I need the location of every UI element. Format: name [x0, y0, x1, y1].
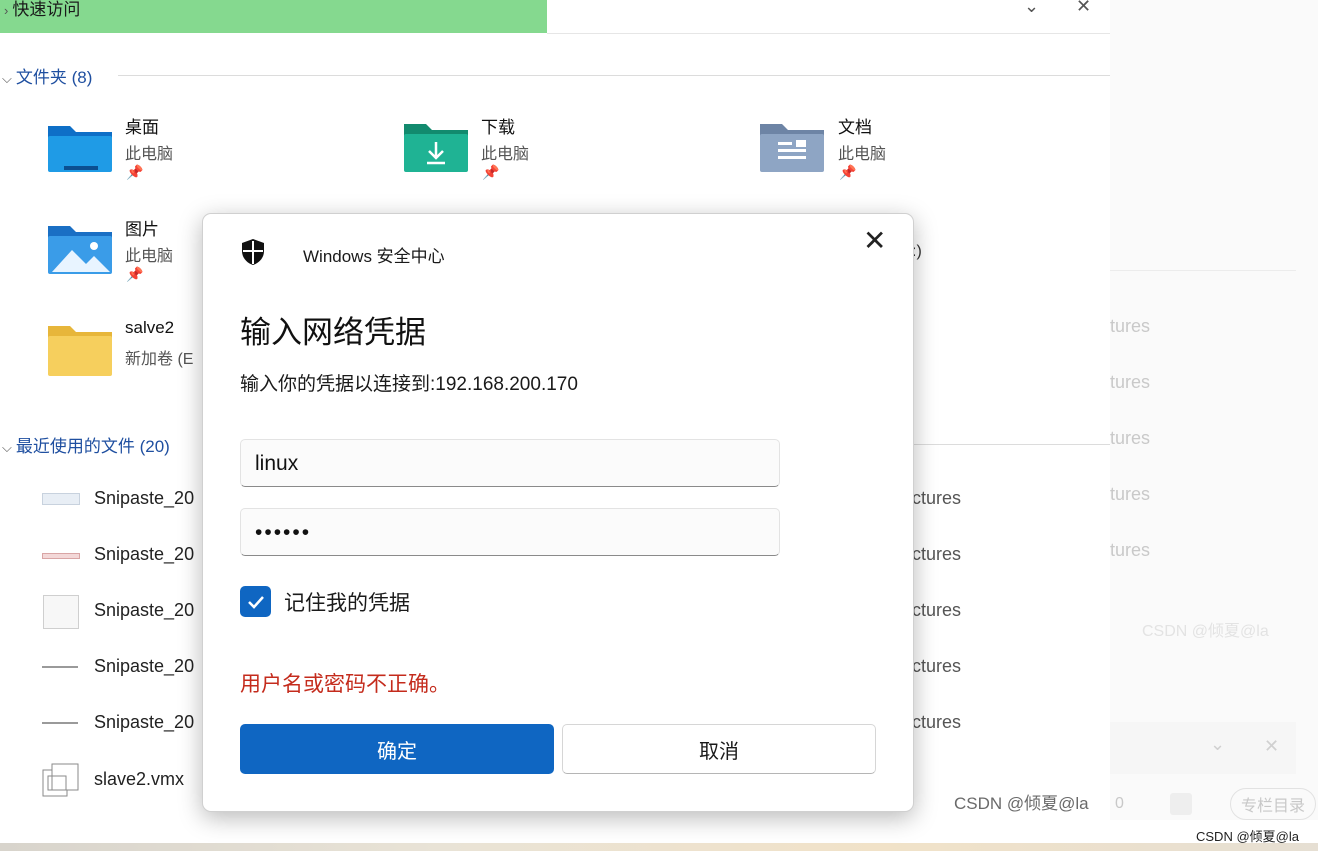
recent-file-name[interactable]: slave2.vmx [94, 769, 184, 790]
close-icon: ✕ [1264, 736, 1280, 756]
folder-name: 文档 [838, 118, 872, 137]
toc-button[interactable]: 专栏目录 [1230, 788, 1316, 820]
chevron-down-icon: ⌄ [1210, 734, 1226, 754]
recent-file-name[interactable]: Snipaste_20 [94, 712, 194, 733]
folder-tile-downloads[interactable] [402, 118, 470, 179]
recent-file-location: ctures [912, 488, 962, 508]
recent-section-header[interactable]: ⌵ 最近使用的文件 (20) [2, 432, 170, 457]
downloads-folder-icon [404, 124, 468, 172]
folder-location: 此电脑 [481, 146, 530, 163]
folder-location: 此电脑 [838, 146, 887, 163]
close-icon[interactable]: ✕ [863, 224, 886, 257]
ghost-text: tures [1110, 428, 1151, 448]
folder-tile-pictures[interactable] [46, 220, 114, 281]
dialog-app-name: Windows 安全中心 [303, 247, 445, 266]
desktop-folder-icon [48, 126, 112, 172]
folder-name: 下载 [481, 118, 515, 137]
section-divider [118, 75, 1112, 76]
folder-name: 桌面 [125, 118, 159, 137]
recent-file-name[interactable]: Snipaste_20 [94, 488, 194, 509]
folder-location: 此电脑 [125, 146, 174, 163]
remember-label: 记住我的凭据 [284, 592, 410, 615]
count-label: 0 [1115, 795, 1124, 812]
chevron-down-icon: ⌵ [2, 71, 12, 86]
section-divider [912, 444, 1112, 445]
ghost-text: tures [1110, 484, 1151, 504]
error-message: 用户名或密码不正确。 [240, 673, 450, 696]
credential-dialog: Windows 安全中心 ✕ 输入网络凭据 输入你的凭据以连接到:192.168… [202, 213, 914, 812]
folder-location: 新加卷 (E [125, 351, 194, 368]
pin-icon: 📌 [126, 266, 144, 282]
chevron-down-icon: ⌵ [2, 440, 12, 455]
folders-section-header[interactable]: ⌵ 文件夹 (8) [2, 63, 92, 88]
file-thumbnail-icon [42, 666, 78, 668]
dialog-title: 输入网络凭据 [240, 315, 426, 350]
vmx-file-icon [42, 763, 79, 797]
remember-checkbox[interactable] [240, 586, 271, 617]
recent-file-name[interactable]: Snipaste_20 [94, 656, 194, 677]
quick-access-bar[interactable]: › 快速访问 [0, 0, 547, 33]
close-icon[interactable]: ✕ [1076, 0, 1091, 17]
recent-file-location: ctures [912, 544, 962, 564]
documents-folder-icon [760, 124, 824, 172]
ghost-text: tures [1110, 540, 1151, 560]
shield-icon [242, 239, 264, 265]
pin-icon: 📌 [126, 164, 144, 180]
pictures-folder-icon [48, 226, 112, 274]
folder-tile-salve2[interactable] [46, 322, 114, 383]
file-thumbnail-icon [42, 553, 80, 559]
dialog-description: 输入你的凭据以连接到:192.168.200.170 [240, 374, 578, 395]
file-thumbnail-icon [42, 493, 80, 505]
ok-button[interactable]: 确定 [240, 724, 554, 774]
folder-location: 此电脑 [125, 248, 174, 265]
username-field[interactable]: linux [240, 439, 780, 487]
password-field[interactable]: •••••• [240, 508, 780, 556]
folder-icon [48, 326, 112, 376]
recent-file-location: ctures [912, 656, 962, 676]
share-icon[interactable] [1170, 793, 1192, 815]
background-divider [1110, 270, 1296, 271]
watermark: CSDN @倾夏@la [954, 794, 1089, 813]
recent-file-location: ctures [912, 712, 962, 732]
folder-name: salve2 [125, 318, 175, 337]
pin-icon: 📌 [839, 164, 857, 180]
recent-file-location: ctures [912, 600, 962, 620]
ghost-text: tures [1110, 372, 1151, 392]
taskbar-edge [0, 843, 1318, 851]
cancel-button[interactable]: 取消 [562, 724, 876, 774]
recent-file-name[interactable]: Snipaste_20 [94, 544, 194, 565]
folder-tile-desktop[interactable] [46, 118, 114, 179]
file-thumbnail-icon [42, 722, 78, 724]
checkmark-icon [248, 596, 264, 609]
background-window [1110, 0, 1318, 820]
faint-watermark: CSDN @倾夏@la [1142, 623, 1269, 640]
quick-access-label: › 快速访问 [4, 0, 81, 19]
folder-name: 图片 [125, 220, 159, 239]
folder-tile-documents[interactable] [758, 118, 826, 179]
file-thumbnail-icon [43, 595, 79, 629]
pin-icon: 📌 [482, 164, 500, 180]
ghost-text: tures [1110, 316, 1151, 336]
collapse-chevron-icon[interactable]: ⌄ [1024, 0, 1039, 17]
recent-file-name[interactable]: Snipaste_20 [94, 600, 194, 621]
